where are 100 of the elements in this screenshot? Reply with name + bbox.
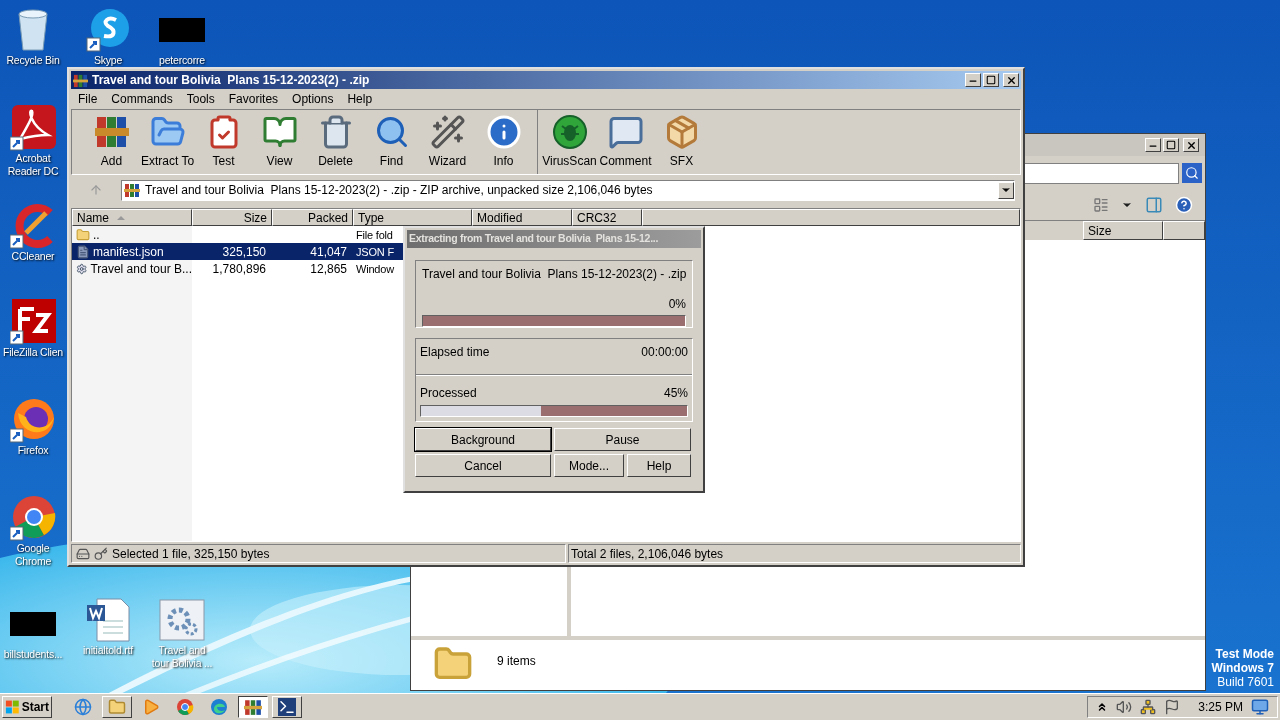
toolbar-button[interactable]: Add xyxy=(84,114,139,170)
speaker-icon[interactable] xyxy=(1116,699,1133,715)
toolbar-button[interactable]: Comment xyxy=(598,114,653,170)
desktop-icon-label[interactable]: Acrobat Reader DC xyxy=(0,152,66,178)
dialog-button[interactable]: Background xyxy=(415,428,551,451)
toolbar-button[interactable]: VirusScan xyxy=(542,114,597,170)
item-count: 9 items xyxy=(497,653,536,670)
toolbar-button[interactable]: Find xyxy=(364,114,419,170)
dialog-button[interactable]: Pause xyxy=(554,428,691,451)
dialog-button[interactable]: Cancel xyxy=(415,454,551,477)
toolbar-button[interactable]: SFX xyxy=(654,114,709,170)
bug-icon xyxy=(551,114,588,150)
toolbar-button[interactable]: Test xyxy=(196,114,251,170)
selection-status: Selected 1 file, 325,150 bytes xyxy=(112,545,270,563)
help-icon[interactable] xyxy=(1175,196,1193,214)
trash-bin-icon xyxy=(15,8,51,52)
desktop-icon-label[interactable]: Recycle Bin xyxy=(6,54,60,67)
file-type: File fold xyxy=(356,228,393,241)
file-name: .. xyxy=(93,226,100,244)
dialog-button[interactable]: Help xyxy=(627,454,691,477)
processed-percent: 45% xyxy=(663,385,688,402)
elapsed-value: 00:00:00 xyxy=(641,344,688,361)
books-icon xyxy=(124,182,140,198)
dialog-button[interactable]: Mode... xyxy=(554,454,624,477)
column-header[interactable]: Type xyxy=(353,209,472,226)
desktop-icon-label[interactable]: FileZilla Clien xyxy=(3,346,63,359)
file-type: JSON F xyxy=(356,245,394,258)
column-header[interactable]: Packed xyxy=(272,209,353,226)
column-header[interactable]: CRC32 xyxy=(572,209,642,226)
minimize-button[interactable] xyxy=(965,73,981,87)
clock[interactable]: 3:25 PM xyxy=(1198,698,1243,716)
toolbar-button[interactable]: View xyxy=(252,114,307,170)
elapsed-label: Elapsed time xyxy=(420,344,490,361)
info-icon xyxy=(485,114,522,150)
path-dropdown[interactable]: Travel and tour Bolivia Plans 15-12-2023(2) - .zip - ZIP archive, unpacked size 2,106,046 bytes xyxy=(121,179,1015,201)
close-icon xyxy=(1185,139,1197,151)
redaction-mark xyxy=(159,18,205,42)
menu-item[interactable]: Favorites xyxy=(222,90,285,108)
desktop-icon-label[interactable]: Google Chrome xyxy=(0,542,66,568)
toolbar-button[interactable]: Wizard xyxy=(420,114,475,170)
watermark-text: Build 7601 xyxy=(1217,675,1274,689)
column-header[interactable] xyxy=(1163,221,1205,240)
skype-icon xyxy=(86,8,130,52)
maximize-button[interactable] xyxy=(983,73,999,87)
packed-size: 12,865 xyxy=(310,260,347,278)
desktop-icon-label[interactable]: Skype xyxy=(93,54,123,67)
books-icon xyxy=(93,114,130,150)
desktop-icon-label[interactable]: CCleaner xyxy=(11,250,55,263)
redaction-mark xyxy=(10,612,56,636)
search-button[interactable] xyxy=(1182,163,1202,183)
toolbar-button[interactable]: Delete xyxy=(308,114,363,170)
menu-item[interactable]: Commands xyxy=(105,90,179,108)
close-button[interactable] xyxy=(1003,73,1019,87)
word-document-icon xyxy=(85,597,131,643)
key-icon xyxy=(94,546,108,561)
drive-icon xyxy=(76,546,90,561)
column-header[interactable]: Size xyxy=(192,209,272,226)
folder-icon xyxy=(76,227,90,242)
archive-name: Travel and tour Bolivia Plans 15-12-2023(2) - .zip xyxy=(422,266,686,283)
window-title: Travel and tour Bolivia Plans 15-12-2023(2) - .zip xyxy=(92,72,371,89)
packed-size: 41,047 xyxy=(310,243,347,261)
filezilla-icon xyxy=(10,299,56,345)
start-button[interactable]: Start xyxy=(2,696,52,718)
menu-item[interactable]: Help xyxy=(341,90,379,108)
column-header[interactable]: Name xyxy=(72,209,192,226)
terminal-icon xyxy=(278,698,296,716)
firefox-icon xyxy=(10,397,56,443)
column-header[interactable]: Size xyxy=(1083,221,1163,240)
toolbar-button[interactable]: Info xyxy=(476,114,531,170)
maximize-icon xyxy=(1166,140,1176,150)
gear-icon xyxy=(76,261,88,276)
processed-label: Processed xyxy=(420,385,477,402)
archive-percent: 0% xyxy=(668,296,686,313)
taskbar-button[interactable] xyxy=(238,696,268,718)
flag-icon[interactable] xyxy=(1164,699,1181,715)
explorer-minimize-button[interactable] xyxy=(1145,138,1161,152)
view-list-icon[interactable] xyxy=(1093,197,1109,213)
maximize-icon xyxy=(986,75,996,85)
explorer-close-button[interactable] xyxy=(1183,138,1199,152)
show-desktop-icon[interactable] xyxy=(1251,698,1269,716)
file-size: 325,150 xyxy=(222,243,266,261)
file-name: Travel and tour B... xyxy=(90,260,192,278)
arrow-up-icon xyxy=(89,183,103,197)
toolbar-button[interactable]: Extract To xyxy=(140,114,195,170)
explorer-maximize-button[interactable] xyxy=(1163,138,1179,152)
file-type: Window xyxy=(356,262,394,275)
speech-bubble-icon xyxy=(607,114,644,150)
desktop-icon-label[interactable]: Firefox xyxy=(17,444,49,457)
desktop-icon-label[interactable]: petercorre xyxy=(159,54,205,67)
network-warning-icon[interactable] xyxy=(1140,699,1157,715)
chrome-icon xyxy=(176,698,194,716)
menu-item[interactable]: Tools xyxy=(180,90,221,108)
column-header[interactable]: Modified xyxy=(472,209,572,226)
gears-window-icon xyxy=(159,597,205,643)
close-icon xyxy=(1005,74,1017,86)
watermark-text: Test Mode xyxy=(1215,647,1274,661)
column-header[interactable] xyxy=(642,209,1020,226)
menu-item[interactable]: Options xyxy=(286,90,340,108)
menu-item[interactable]: File xyxy=(72,90,104,108)
acrobat-icon xyxy=(10,105,56,151)
